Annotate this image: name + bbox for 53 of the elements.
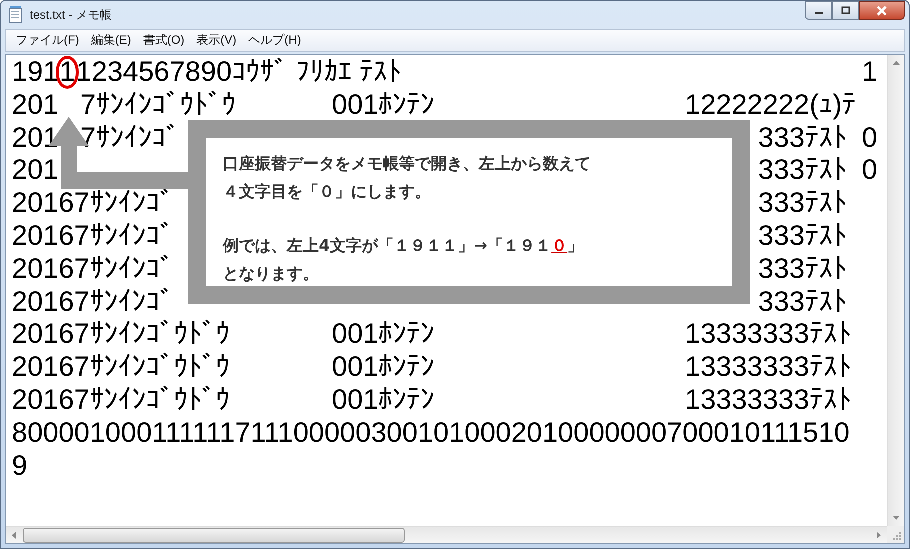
scroll-up-icon[interactable] [892, 60, 900, 66]
text-line: 20167ｻﾝｲﾝｺﾞｳﾄﾞｳ [12, 351, 230, 384]
resize-grip[interactable] [887, 526, 904, 543]
close-icon [876, 6, 888, 16]
text-line: 333ﾃｽﾄ [758, 187, 847, 220]
text-line: 13333333ﾃｽﾄ [685, 384, 852, 417]
text-line: 20167ｻﾝｲﾝｺﾞ [12, 220, 174, 253]
text-line: 333ﾃｽﾄ [758, 252, 847, 286]
menu-item[interactable]: ヘルプ(H) [242, 32, 308, 49]
text-line: 333ﾃｽﾄ [758, 220, 847, 253]
scroll-right-icon[interactable] [876, 530, 882, 540]
scroll-down-icon[interactable] [892, 515, 900, 521]
vertical-scrollbar[interactable] [887, 55, 904, 526]
text-line: 001ﾎﾝﾃﾝ [332, 88, 435, 122]
menu-item[interactable]: 編集(E) [85, 32, 138, 49]
text-line: 7ｻﾝｲﾝｺﾞｳﾄﾞｳ [80, 88, 236, 122]
scroll-thumb[interactable] [23, 528, 405, 542]
text-line: 20167ｻﾝｲﾝｺﾞ [12, 286, 174, 318]
text-line: 13333333ﾃｽﾄ [685, 351, 852, 384]
horizontal-scrollbar[interactable] [6, 526, 887, 543]
text-line: 0 [862, 154, 878, 188]
text-line: 8000010001111117111000003001010002010000000700010111510 [12, 416, 850, 450]
text-line: 333ﾃｽﾄ [758, 286, 847, 318]
text-line: 1 [862, 56, 878, 89]
text-line: 201 [12, 88, 59, 122]
text-line: 333ﾃｽﾄ [758, 122, 847, 154]
text-line: 20167ｻﾝｲﾝｺﾞｳﾄﾞｳ [12, 384, 230, 417]
instruction-text: 例では、左上4文字が「１９１１」→「１９１ ０」 となります。 [223, 235, 585, 285]
text-line: 20167ｻﾝｲﾝｺﾞ [12, 252, 174, 286]
text-line: 333ﾃｽﾄ [758, 154, 847, 188]
text-line: 001ﾎﾝﾃﾝ [332, 318, 435, 352]
text-line: 20167ｻﾝｲﾝｺﾞ [12, 187, 174, 220]
text-line: 201 [12, 154, 59, 188]
grip-icon[interactable] [890, 530, 900, 540]
text-line: 0 [862, 122, 878, 154]
scroll-left-icon[interactable] [11, 530, 17, 540]
instruction-text: 口座振替データをメモ帳等で開き、左上から数えて ４文字目を「０」にします。 [223, 153, 592, 203]
text-line: 001ﾎﾝﾃﾝ [332, 384, 435, 417]
text-line: 20167ｻﾝｲﾝｺﾞｳﾄﾞｳ [12, 318, 230, 352]
minimize-button[interactable] [805, 1, 832, 20]
close-button[interactable] [859, 1, 905, 20]
window-title: test.txt - メモ帳 [30, 6, 112, 24]
notepad-icon [8, 6, 24, 24]
text-line: 12222222(ｭ)ﾃ [685, 88, 856, 122]
maximize-button[interactable] [832, 1, 859, 20]
text-line: 001ﾎﾝﾃﾝ [332, 351, 435, 384]
menu-item[interactable]: 表示(V) [190, 32, 243, 49]
text-line: 9 [12, 450, 28, 482]
maximize-icon [840, 6, 850, 15]
text-line: 201 [12, 122, 59, 154]
menu-item[interactable]: ファイル(F) [10, 32, 86, 49]
menu-item[interactable]: 書式(O) [137, 32, 191, 49]
text-line: 13333333ﾃｽﾄ [685, 318, 852, 352]
